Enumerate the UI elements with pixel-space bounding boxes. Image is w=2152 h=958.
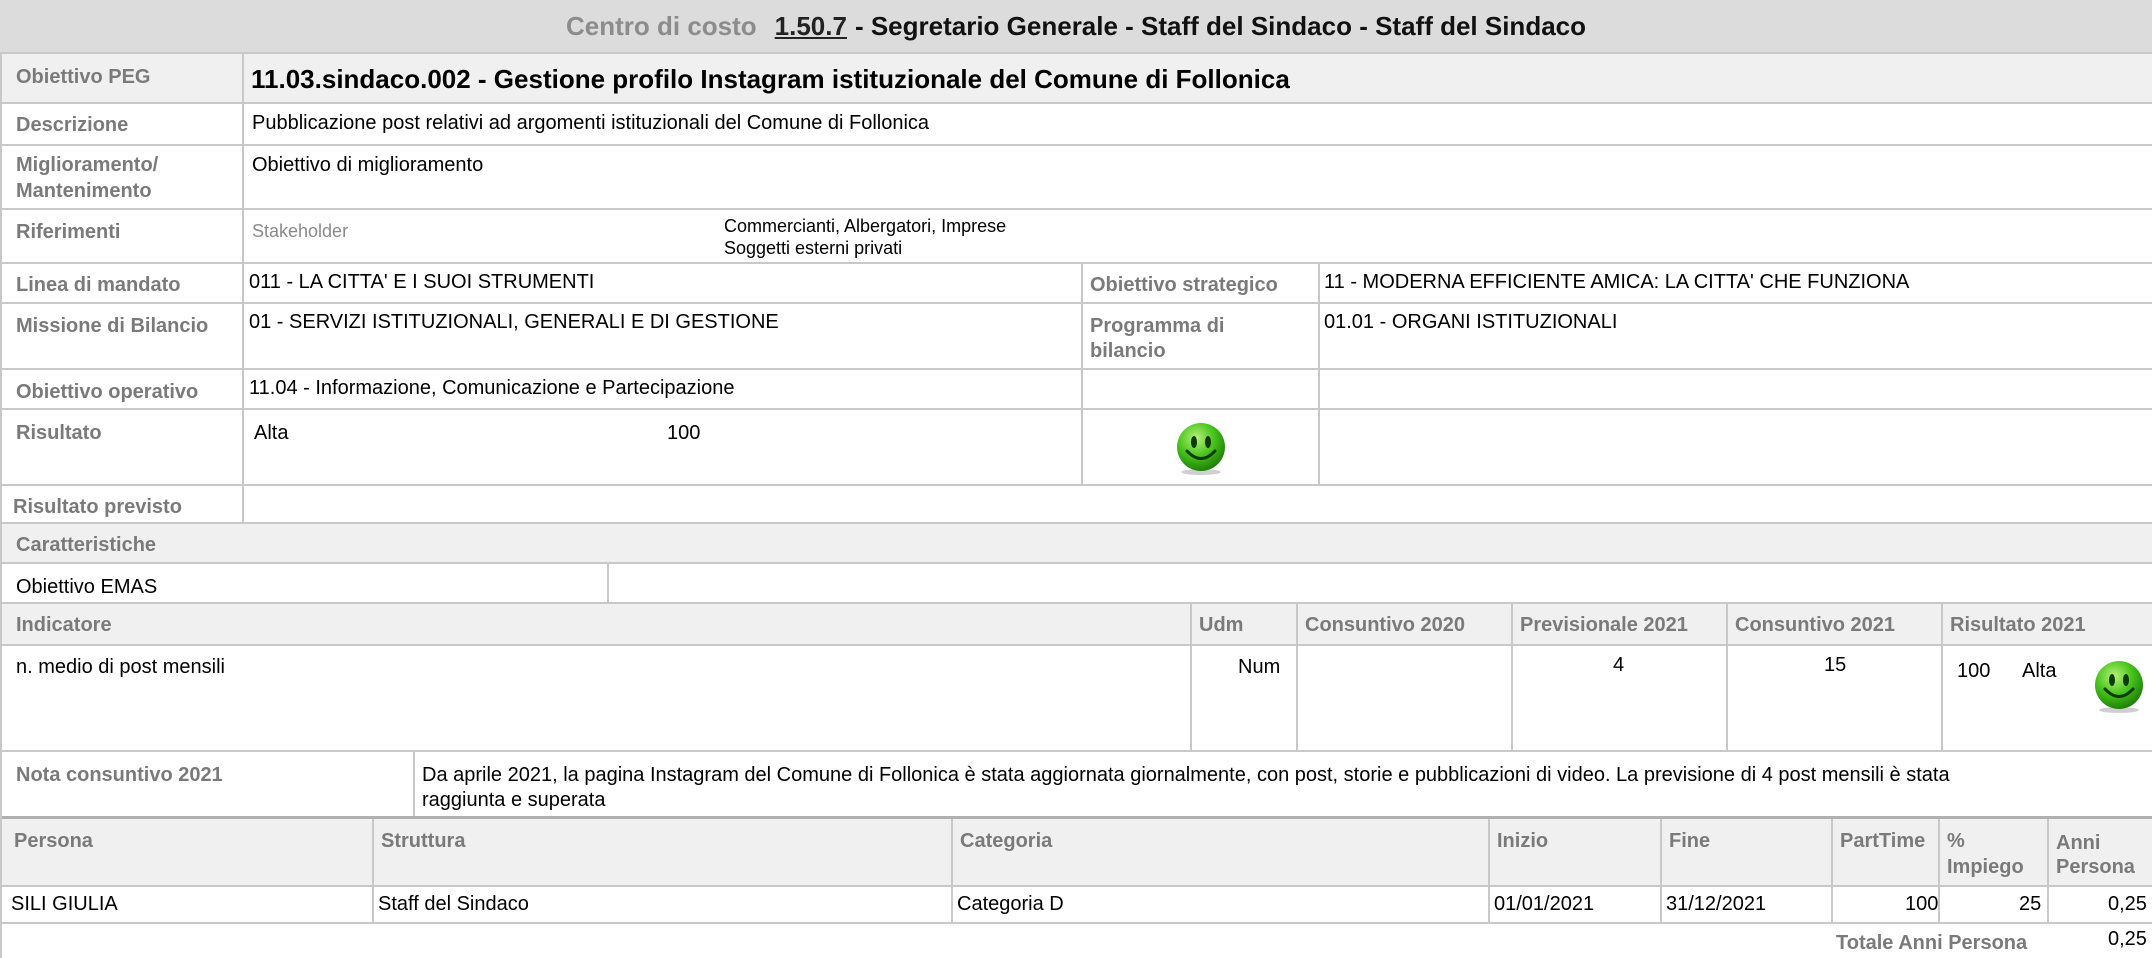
document-page: { "header": { "cost_center_label": "Cent… (0, 0, 2152, 958)
description-value: Pubblicazione post relativi ad argomenti… (252, 112, 930, 134)
program-label-line-1: Programma di (1090, 315, 1225, 337)
operative-value: 11.04 - Informazione, Comunicazione e Pa… (249, 377, 735, 399)
expected-result-label: Risultato previsto (13, 496, 182, 518)
staff-header-impiego-line-1: % (1947, 830, 1965, 852)
staff-header-anni-line-2: Persona (2056, 856, 2135, 878)
mission-label: Missione di Bilancio (16, 315, 209, 337)
staff-categoria: Categoria D (957, 893, 1064, 915)
indicator-green-smiley-icon (2095, 661, 2143, 713)
green-smiley-icon (1177, 423, 1225, 475)
indicator-result-level: Alta (2022, 660, 2057, 682)
total-value: 0,25 (2108, 928, 2147, 950)
stakeholder-line-1: Commercianti, Albergatori, Imprese (724, 216, 1007, 236)
program-value: 01.01 - ORGANI ISTITUZIONALI (1324, 311, 1618, 333)
indicator-header-consuntivo-2021: Consuntivo 2021 (1735, 614, 1896, 636)
indicator-header-previsionale-2021: Previsionale 2021 (1520, 614, 1688, 636)
mission-value: 01 - SERVIZI ISTITUZIONALI, GENERALI E D… (249, 311, 779, 333)
staff-header-impiego-line-2: Impiego (1947, 856, 2024, 878)
program-label-line-2: bilancio (1090, 340, 1166, 362)
indicator-udm: Num (1238, 656, 1281, 678)
strategic-label: Obiettivo strategico (1090, 274, 1278, 296)
mandate-label: Linea di mandato (16, 274, 181, 296)
cost-center-label: Centro di costo (565, 10, 757, 41)
improvement-label-line-1: Miglioramento/ (16, 154, 159, 176)
peg-label: Obiettivo PEG (16, 66, 151, 88)
staff-fine: 31/12/2021 (1666, 893, 1767, 915)
staff-inizio: 01/01/2021 (1494, 893, 1595, 915)
peg-value: 11.03.sindaco.002 - Gestione profilo Ins… (251, 64, 1290, 94)
total-label: Totale Anni Persona (1836, 932, 2028, 954)
indicator-name: n. medio di post mensili (16, 656, 225, 678)
staff-struttura: Staff del Sindaco (378, 893, 529, 915)
references-label: Riferimenti (16, 221, 121, 243)
mandate-value: 011 - LA CITTA' E I SUOI STRUMENTI (249, 271, 595, 293)
cost-center-name: - Segretario Generale - Staff del Sindac… (854, 10, 1586, 41)
note-label: Nota consuntivo 2021 (16, 764, 223, 786)
indicator-header-risultato-2021: Risultato 2021 (1950, 614, 2086, 636)
operative-label: Obiettivo operativo (16, 381, 199, 403)
note-line-1: Da aprile 2021, la pagina Instagram del … (422, 764, 1950, 786)
indicator-previsionale-2021: 4 (1613, 654, 1625, 676)
result-level: Alta (254, 422, 289, 444)
indicator-header-udm: Udm (1199, 614, 1244, 636)
staff-anni: 0,25 (2108, 893, 2147, 915)
staff-header-parttime: PartTime (1840, 830, 1926, 852)
description-label: Descrizione (16, 114, 129, 136)
stakeholder-label: Stakeholder (252, 221, 349, 241)
indicator-header-name: Indicatore (16, 614, 112, 636)
staff-header-inizio: Inizio (1497, 830, 1549, 852)
stakeholder-line-2: Soggetti esterni privati (724, 238, 903, 258)
characteristics-label: Caratteristiche (16, 534, 157, 556)
indicator-header-consuntivo-2020: Consuntivo 2020 (1305, 614, 1466, 636)
staff-parttime: 100 (1905, 893, 1939, 915)
strategic-value: 11 - MODERNA EFFICIENTE AMICA: LA CITTA'… (1324, 271, 1910, 293)
note-line-2: raggiunta e superata (422, 789, 606, 811)
improvement-value: Obiettivo di miglioramento (252, 154, 484, 176)
staff-impiego: 25 (2019, 893, 2042, 915)
staff-header-fine: Fine (1669, 830, 1711, 852)
characteristics-band (0, 524, 2152, 562)
cost-center-code[interactable]: 1.50.7 (775, 11, 847, 42)
staff-persona: SILI GIULIA (11, 893, 118, 915)
staff-header-struttura: Struttura (381, 830, 466, 852)
staff-header-anni-line-1: Anni (2056, 832, 2101, 854)
result-score: 100 (667, 422, 701, 444)
staff-header-band (0, 819, 2152, 885)
staff-header-categoria: Categoria (960, 830, 1053, 852)
cost-center-title: Centro di costo 1.50.7 - Segretario Gene… (0, 0, 2152, 52)
indicator-result-score: 100 (1957, 660, 1991, 682)
result-label: Risultato (16, 422, 102, 444)
staff-header-persona: Persona (14, 830, 93, 852)
indicator-consuntivo-2021: 15 (1824, 654, 1847, 676)
emas-label: Obiettivo EMAS (16, 576, 158, 598)
improvement-label-line-2: Mantenimento (16, 180, 152, 202)
